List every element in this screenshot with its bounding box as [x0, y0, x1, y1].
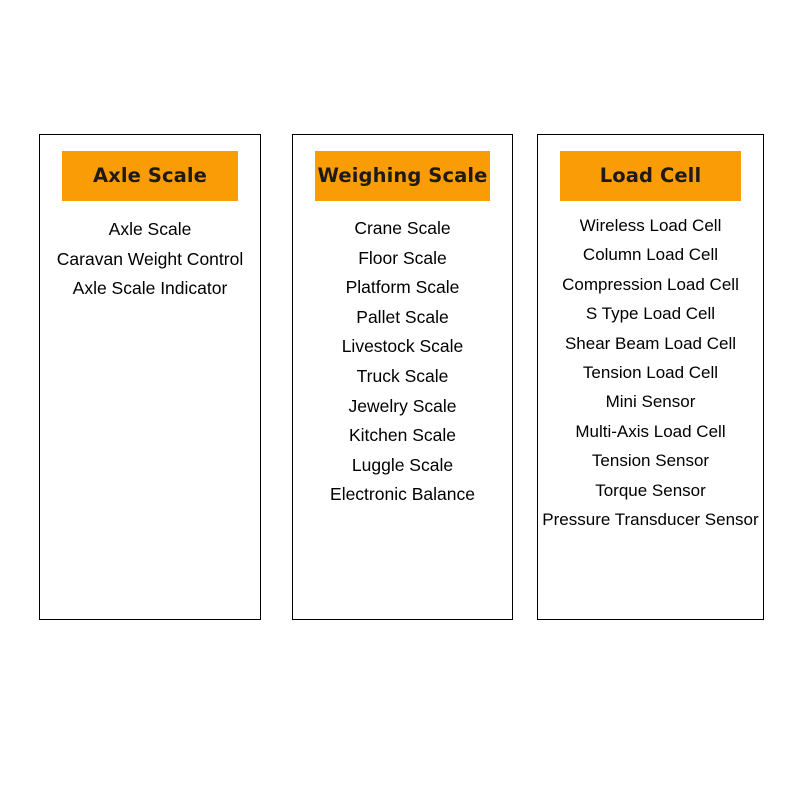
list-item[interactable]: Pallet Scale — [297, 303, 508, 333]
list-item[interactable]: Compression Load Cell — [542, 270, 759, 299]
category-list-axle-scale: Axle Scale Caravan Weight Control Axle S… — [44, 215, 256, 304]
list-item[interactable]: Axle Scale Indicator — [44, 274, 256, 304]
category-card-axle-scale: Axle Scale Axle Scale Caravan Weight Con… — [39, 134, 261, 620]
category-list-load-cell: Wireless Load Cell Column Load Cell Comp… — [542, 211, 759, 534]
list-item[interactable]: Multi-Axis Load Cell — [542, 417, 759, 446]
list-item[interactable]: Kitchen Scale — [297, 421, 508, 451]
category-header-load-cell: Load Cell — [560, 151, 741, 201]
category-header-label: Weighing Scale — [317, 164, 488, 188]
list-item[interactable]: Electronic Balance — [297, 480, 508, 510]
category-list-weighing-scale: Crane Scale Floor Scale Platform Scale P… — [297, 214, 508, 510]
category-header-label: Load Cell — [599, 164, 702, 188]
list-item[interactable]: Jewelry Scale — [297, 392, 508, 422]
category-card-load-cell: Load Cell Wireless Load Cell Column Load… — [537, 134, 764, 620]
list-item[interactable]: Pressure Transducer Sensor — [542, 505, 759, 534]
list-item[interactable]: Luggle Scale — [297, 451, 508, 481]
category-header-weighing-scale: Weighing Scale — [315, 151, 490, 201]
category-header-axle-scale: Axle Scale — [62, 151, 238, 201]
list-item[interactable]: Crane Scale — [297, 214, 508, 244]
list-item[interactable]: Floor Scale — [297, 244, 508, 274]
category-card-weighing-scale: Weighing Scale Crane Scale Floor Scale P… — [292, 134, 513, 620]
category-header-label: Axle Scale — [92, 164, 208, 188]
list-item[interactable]: Tension Sensor — [542, 446, 759, 475]
list-item[interactable]: Caravan Weight Control — [44, 245, 256, 275]
product-category-board: Axle Scale Axle Scale Caravan Weight Con… — [0, 0, 800, 800]
list-item[interactable]: Axle Scale — [44, 215, 256, 245]
list-item[interactable]: Livestock Scale — [297, 332, 508, 362]
list-item[interactable]: Truck Scale — [297, 362, 508, 392]
list-item[interactable]: Tension Load Cell — [542, 358, 759, 387]
list-item[interactable]: Torque Sensor — [542, 476, 759, 505]
list-item[interactable]: Wireless Load Cell — [542, 211, 759, 240]
list-item[interactable]: Column Load Cell — [542, 240, 759, 269]
list-item[interactable]: Platform Scale — [297, 273, 508, 303]
list-item[interactable]: Shear Beam Load Cell — [542, 329, 759, 358]
list-item[interactable]: Mini Sensor — [542, 387, 759, 416]
list-item[interactable]: S Type Load Cell — [542, 299, 759, 328]
